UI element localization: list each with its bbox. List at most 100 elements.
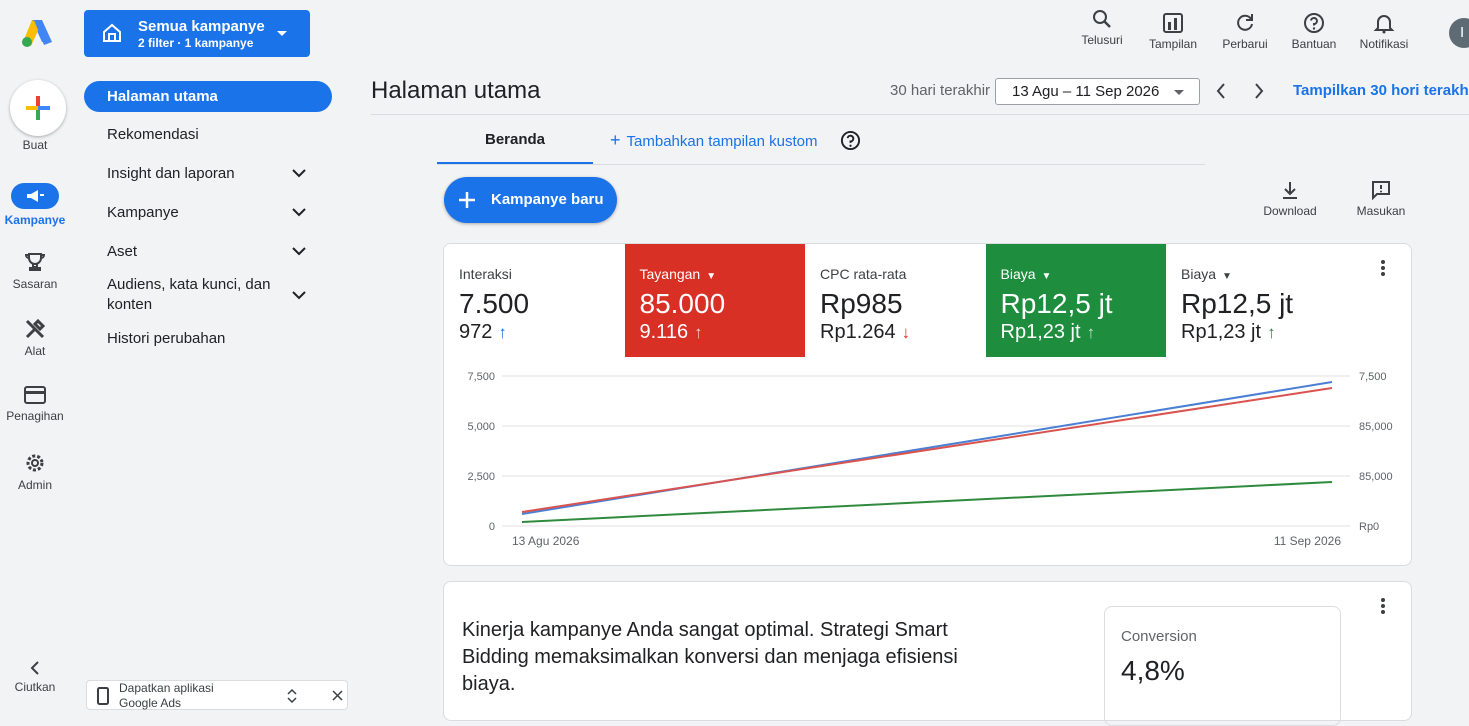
account-selector[interactable]: Semua kampanye 2 filter · 1 kampanye bbox=[84, 10, 310, 57]
refresh-button[interactable]: Perbarui bbox=[1209, 12, 1281, 51]
nav-item-assets[interactable]: Aset bbox=[84, 236, 332, 267]
help-button[interactable]: Bantuan bbox=[1278, 12, 1350, 51]
metric-change-value: Rp1.264 bbox=[820, 321, 896, 343]
date-range-picker[interactable]: 13 Agu – 11 Sep 2026 bbox=[995, 78, 1200, 105]
y-tick-label-left: 5,000 bbox=[467, 421, 495, 433]
notifications-button[interactable]: Notifikasi bbox=[1348, 12, 1420, 51]
caret-down-icon: ▼ bbox=[706, 271, 717, 282]
plus-icon bbox=[459, 192, 475, 208]
nav-label: Kampanye bbox=[107, 204, 179, 221]
nav-item-recommendations[interactable]: Rekomendasi bbox=[84, 119, 332, 150]
performance-card: Interaksi 7.500 972 ↑ Tayangan ▼ 85.000 9.116 ↑ C… bbox=[443, 243, 1412, 566]
metric-tile[interactable]: Biaya ▼ Rp12,5 jt Rp1,23 jt ↑ bbox=[1166, 244, 1347, 357]
metric-tile[interactable]: Interaksi 7.500 972 ↑ bbox=[444, 244, 625, 357]
y-tick-label-right: 85,000 bbox=[1359, 421, 1393, 433]
conversion-value: 4,8% bbox=[1121, 655, 1185, 686]
tab-add-custom-label: Tambahkan tampilan kustom bbox=[626, 133, 818, 150]
arrow-down-icon: ↓ bbox=[901, 323, 911, 342]
avatar[interactable]: I bbox=[1449, 18, 1469, 48]
app-promo-text: Dapatkan aplikasi Google Ads bbox=[119, 681, 214, 710]
show-last-30-link[interactable]: Tampilkan 30 hori terakhir bbox=[1293, 82, 1469, 99]
header-divider bbox=[371, 114, 1469, 115]
plus-icon: + bbox=[610, 130, 621, 150]
tab-home[interactable]: Beranda bbox=[437, 118, 593, 164]
feedback-label: Masukan bbox=[1356, 204, 1406, 218]
google-ads-logo[interactable] bbox=[20, 18, 53, 48]
nav-label: Halaman utama bbox=[107, 88, 218, 105]
rail-item-billing[interactable]: Penagihan bbox=[0, 385, 70, 423]
metric-value: Rp12,5 jt bbox=[1000, 288, 1113, 319]
rail-item-admin[interactable]: Admin bbox=[0, 452, 70, 492]
top-label: Perbarui bbox=[1222, 37, 1268, 51]
trophy-icon bbox=[24, 253, 46, 271]
nav-item-home[interactable]: Halaman utama bbox=[84, 81, 332, 112]
caret-down-icon bbox=[1174, 90, 1184, 95]
download-icon bbox=[1283, 182, 1297, 199]
caret-down-icon: ▼ bbox=[1222, 271, 1232, 282]
metric-tile[interactable]: CPC rata-rata Rp985 Rp1.264 ↓ bbox=[805, 244, 986, 357]
more-vert-icon[interactable] bbox=[1380, 596, 1386, 616]
insight-card: Kinerja kampanye Anda sangat optimal. St… bbox=[443, 581, 1412, 726]
metric-label: Biaya ▼ bbox=[1000, 266, 1052, 282]
y-tick-label-right: Rp0 bbox=[1359, 521, 1379, 533]
nav-label: Rekomendasi bbox=[107, 126, 199, 143]
chevron-left-icon bbox=[30, 661, 39, 675]
x-tick-label: 13 Agu 2026 bbox=[512, 534, 580, 548]
download-button[interactable]: Download bbox=[1255, 180, 1325, 218]
metric-change-value: 9.116 bbox=[639, 321, 689, 343]
metric-label: Biaya ▼ bbox=[1181, 266, 1232, 282]
metric-tile[interactable]: Tayangan ▼ 85.000 9.116 ↑ bbox=[624, 244, 805, 357]
arrow-up-icon: ↑ bbox=[1267, 323, 1276, 342]
plus-icon bbox=[26, 96, 50, 120]
collapse-button[interactable]: Ciutkan bbox=[0, 660, 70, 694]
feedback-button[interactable]: Masukan bbox=[1346, 180, 1416, 218]
metric-label: Interaksi bbox=[459, 266, 512, 282]
app-promo[interactable]: Dapatkan aplikasi Google Ads bbox=[86, 680, 348, 710]
metric-tile[interactable]: Biaya ▼ Rp12,5 jt Rp1,23 jt ↑ bbox=[985, 244, 1166, 357]
next-period-icon[interactable] bbox=[1252, 82, 1266, 100]
y-tick-label-right: 85,000 bbox=[1359, 471, 1393, 483]
nav-label: Histori perubahan bbox=[107, 330, 226, 347]
view-button[interactable]: Tampilan bbox=[1137, 12, 1209, 51]
help-icon bbox=[1304, 13, 1324, 33]
home-icon bbox=[103, 23, 121, 42]
rail-label: Admin bbox=[17, 478, 52, 492]
metric-change: 9.116 ↑ bbox=[640, 321, 703, 344]
credit-card-icon bbox=[24, 386, 46, 404]
prev-period-icon[interactable] bbox=[1214, 82, 1228, 100]
create-label: Buat bbox=[22, 138, 48, 152]
top-label: Tampilan bbox=[1148, 37, 1198, 51]
metric-change: 972 ↑ bbox=[459, 321, 507, 344]
rail-item-campaigns[interactable]: Kampanye bbox=[0, 183, 70, 227]
nav-item-campaigns[interactable]: Kampanye bbox=[84, 197, 332, 228]
metric-label: CPC rata-rata bbox=[820, 266, 907, 282]
rail-label: Sasaran bbox=[12, 277, 58, 291]
more-vert-icon[interactable] bbox=[1380, 258, 1386, 278]
arrow-up-icon: ↑ bbox=[694, 323, 703, 342]
nav-item-change-history[interactable]: Histori perubahan bbox=[84, 323, 332, 354]
search-icon bbox=[1093, 10, 1111, 28]
feedback-icon bbox=[1372, 181, 1390, 200]
rail-item-tools[interactable]: Alat bbox=[0, 318, 70, 358]
close-icon[interactable] bbox=[332, 690, 343, 701]
metric-change-value: Rp1,23 jt bbox=[1181, 321, 1262, 343]
metric-value: 7.500 bbox=[459, 288, 530, 319]
left-rail: Buat Kampanye Sasaran Alat Penagihan Adm… bbox=[0, 0, 72, 704]
nav-item-audiences[interactable]: Audiens, kata kunci, dan konten bbox=[84, 273, 332, 317]
chart-icon bbox=[1163, 13, 1183, 33]
rail-item-goals[interactable]: Sasaran bbox=[0, 251, 70, 291]
expand-icon[interactable] bbox=[287, 689, 297, 703]
phone-icon bbox=[97, 687, 109, 705]
search-button[interactable]: Telusuri bbox=[1066, 8, 1138, 47]
new-campaign-button[interactable]: Kampanye baru bbox=[444, 177, 617, 223]
insight-text: Kinerja kampanye Anda sangat optimal. St… bbox=[462, 619, 958, 695]
refresh-icon bbox=[1237, 14, 1253, 31]
caret-down-icon bbox=[277, 31, 287, 36]
chevron-down-icon bbox=[292, 247, 306, 256]
tab-add-custom[interactable]: + Tambahkan tampilan kustom bbox=[610, 130, 817, 151]
help-icon[interactable] bbox=[840, 130, 861, 151]
nav-label: Audiens, kata kunci, dan konten bbox=[107, 276, 271, 313]
nav-item-insights[interactable]: Insight dan laporan bbox=[84, 158, 332, 189]
create-button[interactable] bbox=[10, 80, 66, 136]
rail-label: Penagihan bbox=[6, 409, 64, 423]
